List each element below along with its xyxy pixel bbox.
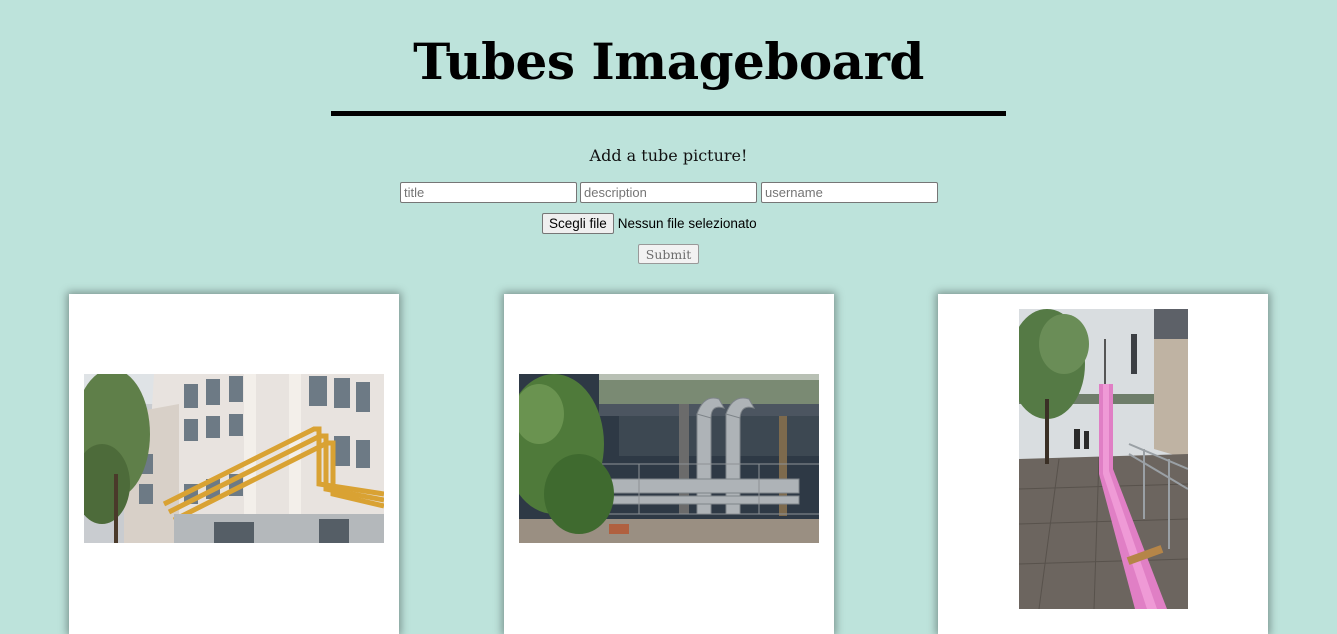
title-divider	[331, 111, 1006, 116]
description-input[interactable]	[580, 182, 757, 203]
file-picker: Scegli file Nessun file selezionato	[542, 213, 757, 234]
form-heading: Add a tube picture!	[589, 146, 748, 165]
card-image-yellow-pipes[interactable]	[84, 374, 384, 543]
page-title: Tubes Imageboard	[413, 32, 924, 91]
image-card[interactable]	[938, 294, 1268, 634]
choose-file-button[interactable]: Scegli file	[542, 213, 614, 234]
file-status-text: Nessun file selezionato	[617, 216, 757, 231]
card-image-pink-pipe[interactable]	[1019, 309, 1188, 609]
image-card[interactable]	[504, 294, 834, 634]
submit-button[interactable]: Submit	[638, 244, 699, 264]
card-image-silver-pipes[interactable]	[519, 374, 819, 543]
image-card[interactable]	[69, 294, 399, 634]
title-input[interactable]	[400, 182, 577, 203]
username-input[interactable]	[761, 182, 938, 203]
